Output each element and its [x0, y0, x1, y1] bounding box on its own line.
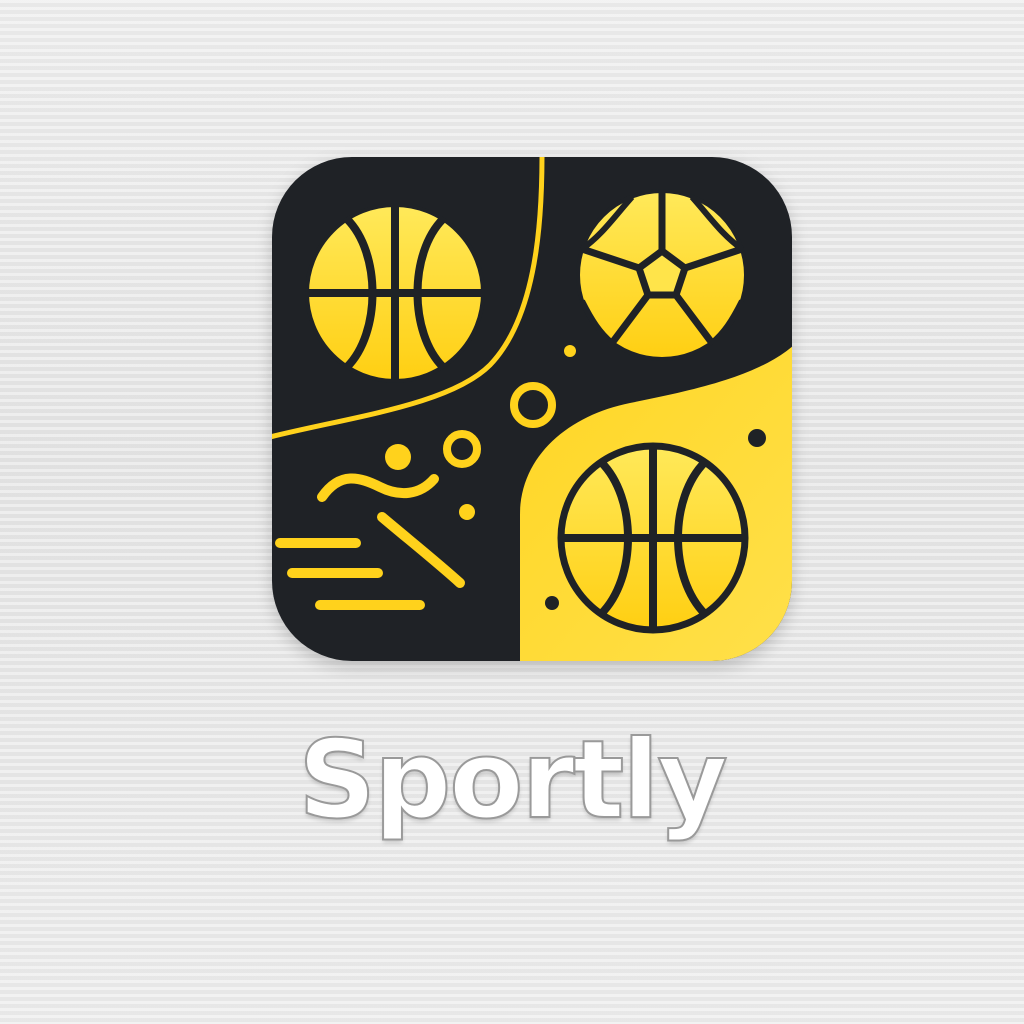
dot-decoration: [545, 596, 559, 610]
basketball-icon: [557, 442, 749, 634]
dot-decoration: [459, 504, 475, 520]
dot-decoration: [748, 429, 766, 447]
dot-decoration: [564, 345, 576, 357]
app-name-label: Sportly: [297, 717, 729, 844]
app-icon[interactable]: [270, 155, 794, 663]
basketball-icon: [305, 203, 485, 383]
soccer-ball-icon: [576, 189, 748, 361]
